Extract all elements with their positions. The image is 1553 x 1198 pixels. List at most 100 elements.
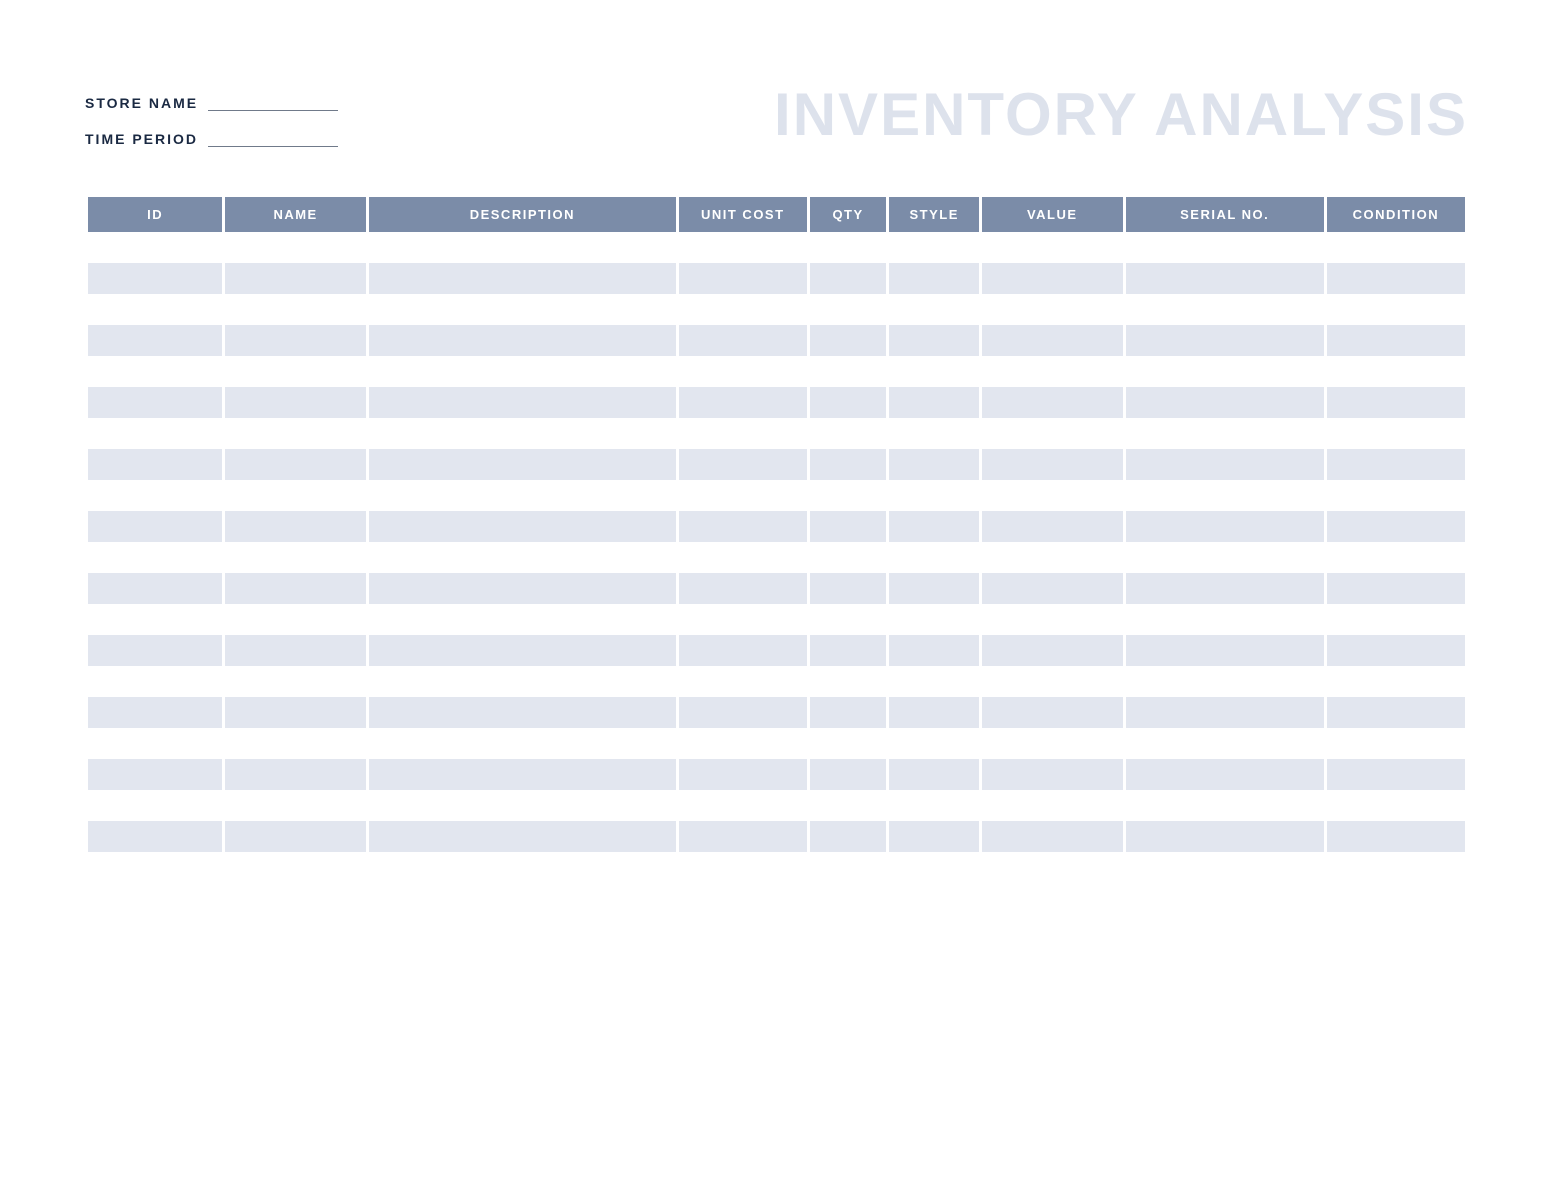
cell-input-id[interactable]: [88, 263, 222, 294]
cell-input-qty[interactable]: [810, 697, 887, 728]
cell-input-id[interactable]: [88, 449, 222, 480]
cell-input-value[interactable]: [982, 418, 1123, 449]
cell-input-value[interactable]: [982, 666, 1123, 697]
cell-input-qty[interactable]: [810, 821, 887, 852]
cell-input-style[interactable]: [889, 387, 979, 418]
cell-input-value[interactable]: [982, 821, 1123, 852]
cell-input-qty[interactable]: [810, 728, 887, 759]
cell-input-serial_no[interactable]: [1126, 821, 1324, 852]
cell-input-description[interactable]: [369, 542, 676, 573]
cell-input-unit_cost[interactable]: [679, 325, 807, 356]
cell-input-condition[interactable]: [1327, 852, 1465, 883]
cell-input-condition[interactable]: [1327, 759, 1465, 790]
cell-input-condition[interactable]: [1327, 604, 1465, 635]
cell-input-qty[interactable]: [810, 635, 887, 666]
cell-input-unit_cost[interactable]: [679, 418, 807, 449]
cell-input-description[interactable]: [369, 790, 676, 821]
cell-input-description[interactable]: [369, 821, 676, 852]
cell-input-id[interactable]: [88, 790, 222, 821]
cell-input-unit_cost[interactable]: [679, 294, 807, 325]
cell-input-unit_cost[interactable]: [679, 573, 807, 604]
cell-input-style[interactable]: [889, 821, 979, 852]
cell-input-id[interactable]: [88, 635, 222, 666]
cell-input-serial_no[interactable]: [1126, 418, 1324, 449]
cell-input-qty[interactable]: [810, 573, 887, 604]
cell-input-unit_cost[interactable]: [679, 759, 807, 790]
cell-input-name[interactable]: [225, 604, 366, 635]
cell-input-name[interactable]: [225, 666, 366, 697]
cell-input-description[interactable]: [369, 728, 676, 759]
cell-input-style[interactable]: [889, 790, 979, 821]
cell-input-value[interactable]: [982, 573, 1123, 604]
cell-input-id[interactable]: [88, 573, 222, 604]
cell-input-description[interactable]: [369, 232, 676, 263]
cell-input-name[interactable]: [225, 263, 366, 294]
cell-input-style[interactable]: [889, 666, 979, 697]
cell-input-condition[interactable]: [1327, 480, 1465, 511]
cell-input-condition[interactable]: [1327, 387, 1465, 418]
cell-input-style[interactable]: [889, 232, 979, 263]
cell-input-name[interactable]: [225, 573, 366, 604]
cell-input-value[interactable]: [982, 728, 1123, 759]
cell-input-value[interactable]: [982, 263, 1123, 294]
cell-input-value[interactable]: [982, 325, 1123, 356]
cell-input-condition[interactable]: [1327, 449, 1465, 480]
cell-input-value[interactable]: [982, 542, 1123, 573]
cell-input-style[interactable]: [889, 697, 979, 728]
cell-input-serial_no[interactable]: [1126, 542, 1324, 573]
cell-input-qty[interactable]: [810, 852, 887, 883]
cell-input-serial_no[interactable]: [1126, 387, 1324, 418]
cell-input-style[interactable]: [889, 325, 979, 356]
cell-input-style[interactable]: [889, 418, 979, 449]
cell-input-style[interactable]: [889, 573, 979, 604]
cell-input-serial_no[interactable]: [1126, 604, 1324, 635]
cell-input-unit_cost[interactable]: [679, 604, 807, 635]
cell-input-serial_no[interactable]: [1126, 666, 1324, 697]
cell-input-style[interactable]: [889, 356, 979, 387]
cell-input-serial_no[interactable]: [1126, 697, 1324, 728]
cell-input-name[interactable]: [225, 759, 366, 790]
cell-input-description[interactable]: [369, 666, 676, 697]
cell-input-unit_cost[interactable]: [679, 356, 807, 387]
cell-input-serial_no[interactable]: [1126, 635, 1324, 666]
cell-input-unit_cost[interactable]: [679, 511, 807, 542]
cell-input-description[interactable]: [369, 387, 676, 418]
cell-input-unit_cost[interactable]: [679, 790, 807, 821]
cell-input-description[interactable]: [369, 573, 676, 604]
cell-input-condition[interactable]: [1327, 232, 1465, 263]
cell-input-qty[interactable]: [810, 449, 887, 480]
cell-input-description[interactable]: [369, 697, 676, 728]
cell-input-style[interactable]: [889, 511, 979, 542]
cell-input-id[interactable]: [88, 511, 222, 542]
cell-input-serial_no[interactable]: [1126, 790, 1324, 821]
cell-input-description[interactable]: [369, 635, 676, 666]
cell-input-condition[interactable]: [1327, 356, 1465, 387]
cell-input-style[interactable]: [889, 542, 979, 573]
cell-input-id[interactable]: [88, 356, 222, 387]
cell-input-description[interactable]: [369, 325, 676, 356]
cell-input-unit_cost[interactable]: [679, 635, 807, 666]
cell-input-serial_no[interactable]: [1126, 325, 1324, 356]
cell-input-condition[interactable]: [1327, 325, 1465, 356]
cell-input-condition[interactable]: [1327, 294, 1465, 325]
cell-input-unit_cost[interactable]: [679, 449, 807, 480]
cell-input-serial_no[interactable]: [1126, 511, 1324, 542]
cell-input-value[interactable]: [982, 232, 1123, 263]
cell-input-id[interactable]: [88, 480, 222, 511]
cell-input-style[interactable]: [889, 635, 979, 666]
cell-input-qty[interactable]: [810, 232, 887, 263]
cell-input-serial_no[interactable]: [1126, 759, 1324, 790]
cell-input-condition[interactable]: [1327, 697, 1465, 728]
cell-input-style[interactable]: [889, 759, 979, 790]
cell-input-unit_cost[interactable]: [679, 232, 807, 263]
cell-input-unit_cost[interactable]: [679, 821, 807, 852]
cell-input-qty[interactable]: [810, 418, 887, 449]
cell-input-name[interactable]: [225, 387, 366, 418]
cell-input-style[interactable]: [889, 852, 979, 883]
cell-input-condition[interactable]: [1327, 635, 1465, 666]
cell-input-description[interactable]: [369, 604, 676, 635]
cell-input-qty[interactable]: [810, 356, 887, 387]
cell-input-id[interactable]: [88, 387, 222, 418]
cell-input-id[interactable]: [88, 759, 222, 790]
cell-input-condition[interactable]: [1327, 418, 1465, 449]
